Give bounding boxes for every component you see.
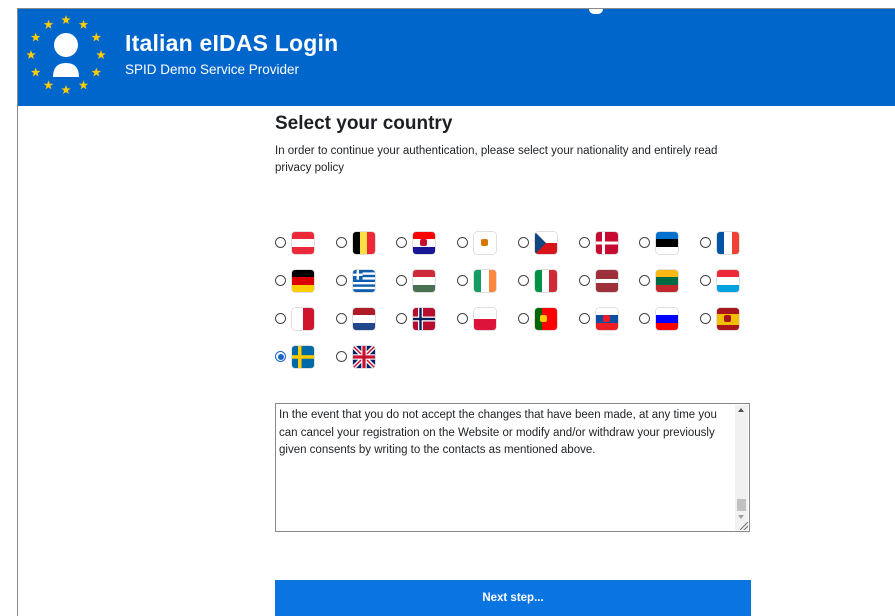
- header-bar: Italian eIDAS Login SPID Demo Service Pr…: [18, 9, 895, 106]
- country-radio-gb[interactable]: [335, 351, 347, 362]
- intro-text: In order to continue your authentication…: [275, 145, 718, 174]
- country-option-hu[interactable]: [396, 270, 456, 294]
- country-option-gr[interactable]: [335, 270, 396, 294]
- country-option-es[interactable]: [699, 308, 760, 332]
- next-step-button[interactable]: Next step...: [275, 580, 751, 616]
- scroll-down-icon[interactable]: [738, 515, 744, 519]
- policy-scrollbar[interactable]: [735, 405, 748, 530]
- country-option-nl[interactable]: [335, 308, 396, 332]
- country-radio-hr[interactable]: [396, 237, 408, 248]
- privacy-policy-textarea[interactable]: In the event that you do not accept the …: [275, 403, 750, 532]
- country-option-de[interactable]: [275, 270, 335, 294]
- flag-at-icon[interactable]: [292, 232, 314, 254]
- flag-lv-icon[interactable]: [595, 270, 618, 292]
- country-option-si[interactable]: [639, 308, 699, 332]
- country-option-gb[interactable]: [335, 346, 396, 370]
- country-radio-de[interactable]: [275, 275, 286, 286]
- country-option-pt[interactable]: [517, 308, 578, 332]
- flag-se-icon[interactable]: [292, 346, 314, 368]
- country-radio-mt[interactable]: [275, 313, 286, 324]
- country-radio-lt[interactable]: [639, 275, 651, 286]
- country-option-dk[interactable]: [578, 232, 639, 256]
- flag-cz-icon[interactable]: [534, 232, 557, 254]
- country-option-cz[interactable]: [517, 232, 578, 256]
- flag-lu-icon[interactable]: [716, 270, 739, 292]
- country-radio-be[interactable]: [335, 237, 347, 248]
- country-option-at[interactable]: [275, 232, 335, 256]
- country-option-ie[interactable]: [457, 270, 517, 294]
- privacy-policy-text: In the event that you do not accept the …: [279, 409, 717, 456]
- flag-es-icon[interactable]: [716, 308, 739, 330]
- resize-grip-icon[interactable]: [740, 522, 748, 530]
- flag-gb-icon[interactable]: [352, 346, 375, 368]
- country-radio-at[interactable]: [275, 237, 286, 248]
- scroll-up-icon[interactable]: [738, 408, 744, 412]
- country-radio-no[interactable]: [396, 313, 408, 324]
- country-radio-ie[interactable]: [457, 275, 469, 286]
- country-option-it[interactable]: [517, 270, 578, 294]
- flag-pt-icon[interactable]: [534, 308, 557, 330]
- flag-mt-icon[interactable]: [292, 308, 314, 330]
- country-option-lv[interactable]: [578, 270, 639, 294]
- country-option-lt[interactable]: [639, 270, 699, 294]
- country-option-hr[interactable]: [396, 232, 456, 256]
- country-radio-se[interactable]: [275, 351, 286, 362]
- country-option-sk[interactable]: [578, 308, 639, 332]
- country-option-fr[interactable]: [699, 232, 760, 256]
- flag-lt-icon[interactable]: [656, 270, 679, 292]
- country-option-pl[interactable]: [457, 308, 517, 332]
- country-radio-ee[interactable]: [639, 237, 651, 248]
- country-radio-lv[interactable]: [578, 275, 590, 286]
- scroll-thumb[interactable]: [737, 499, 746, 511]
- flag-cy-icon[interactable]: [474, 232, 497, 254]
- country-radio-si[interactable]: [639, 313, 651, 324]
- country-radio-fr[interactable]: [699, 237, 711, 248]
- country-option-cy[interactable]: [457, 232, 517, 256]
- flag-fr-icon[interactable]: [716, 232, 739, 254]
- flag-hu-icon[interactable]: [413, 270, 436, 292]
- page-title: Select your country: [275, 113, 453, 134]
- eu-stars-user-icon: [26, 15, 106, 95]
- country-radio-pl[interactable]: [457, 313, 469, 324]
- country-radio-cz[interactable]: [517, 237, 529, 248]
- country-radio-gr[interactable]: [335, 275, 347, 286]
- country-option-lu[interactable]: [699, 270, 760, 294]
- flag-gr-icon[interactable]: [352, 270, 375, 292]
- country-radio-es[interactable]: [699, 313, 711, 324]
- flag-ee-icon[interactable]: [656, 232, 679, 254]
- flag-be-icon[interactable]: [352, 232, 375, 254]
- country-option-no[interactable]: [396, 308, 456, 332]
- country-radio-hu[interactable]: [396, 275, 408, 286]
- flag-ie-icon[interactable]: [474, 270, 497, 292]
- flag-dk-icon[interactable]: [595, 232, 618, 254]
- flag-pl-icon[interactable]: [474, 308, 497, 330]
- country-radio-nl[interactable]: [335, 313, 347, 324]
- flag-no-icon[interactable]: [413, 308, 436, 330]
- country-radio-sk[interactable]: [578, 313, 590, 324]
- flag-sk-icon[interactable]: [595, 308, 618, 330]
- flag-it-icon[interactable]: [534, 270, 557, 292]
- app-title: Italian eIDAS Login: [125, 30, 339, 56]
- app-subtitle: SPID Demo Service Provider: [125, 62, 300, 77]
- country-option-mt[interactable]: [275, 308, 335, 332]
- country-radio-lu[interactable]: [699, 275, 711, 286]
- country-radio-pt[interactable]: [517, 313, 529, 324]
- flag-hr-icon[interactable]: [413, 232, 436, 254]
- country-radio-it[interactable]: [517, 275, 529, 286]
- country-radio-dk[interactable]: [578, 237, 590, 248]
- flag-si-icon[interactable]: [656, 308, 679, 330]
- flag-nl-icon[interactable]: [352, 308, 375, 330]
- flag-de-icon[interactable]: [292, 270, 314, 292]
- country-option-ee[interactable]: [639, 232, 699, 256]
- country-radio-cy[interactable]: [457, 237, 469, 248]
- country-option-se[interactable]: [275, 346, 335, 370]
- country-option-be[interactable]: [335, 232, 396, 256]
